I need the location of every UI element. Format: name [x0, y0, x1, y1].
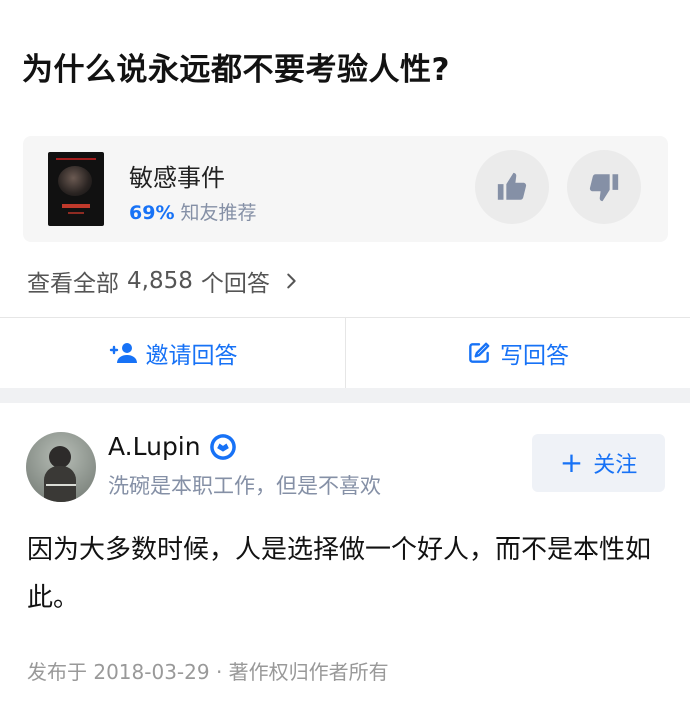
view-all-suffix: 个回答	[200, 271, 270, 297]
author-bio: 洗碗是本职工作，但是不喜欢	[108, 474, 381, 498]
author-name-text: A.Lupin	[108, 432, 201, 461]
view-all-answers-link[interactable]: 查看全部 4,858 个回答	[27, 264, 302, 298]
edit-icon	[469, 342, 490, 363]
answer-count: 4,858	[127, 268, 193, 294]
section-separator	[0, 388, 690, 403]
answer-meta: 发布于 2018-03-29 · 著作权归作者所有	[27, 660, 389, 684]
movie-rating: 69% 知友推荐	[129, 198, 257, 225]
answer-content[interactable]: 因为大多数时候，人是选择做一个好人，而不是本性如此。	[27, 526, 667, 622]
avatar[interactable]	[26, 432, 96, 502]
thumbs-down-button[interactable]	[567, 150, 641, 224]
author-name[interactable]: A.Lupin	[108, 432, 237, 461]
movie-card[interactable]: 敏感事件 69% 知友推荐	[23, 136, 668, 242]
chevron-right-icon	[287, 273, 296, 289]
follow-label: 关注	[593, 453, 638, 478]
verified-badge-icon	[209, 433, 236, 460]
view-all-prefix: 查看全部	[27, 271, 119, 297]
thumbs-down-icon	[589, 174, 619, 202]
write-answer-button[interactable]: 写回答	[345, 318, 690, 388]
add-user-icon	[109, 343, 137, 363]
thumbs-up-icon	[497, 172, 527, 200]
plus-icon: +	[559, 446, 584, 479]
movie-name[interactable]: 敏感事件	[129, 158, 225, 193]
recommend-percent: 69%	[129, 202, 175, 224]
write-answer-label: 写回答	[500, 343, 569, 369]
invite-answer-button[interactable]: 邀请回答	[0, 318, 345, 388]
movie-poster[interactable]	[48, 152, 104, 226]
question-title[interactable]: 为什么说永远都不要考验人性?	[22, 44, 450, 89]
invite-answer-label: 邀请回答	[145, 343, 238, 369]
follow-button[interactable]: + 关注	[532, 434, 665, 492]
recommend-label: 知友推荐	[180, 202, 257, 224]
thumbs-up-button[interactable]	[475, 150, 549, 224]
